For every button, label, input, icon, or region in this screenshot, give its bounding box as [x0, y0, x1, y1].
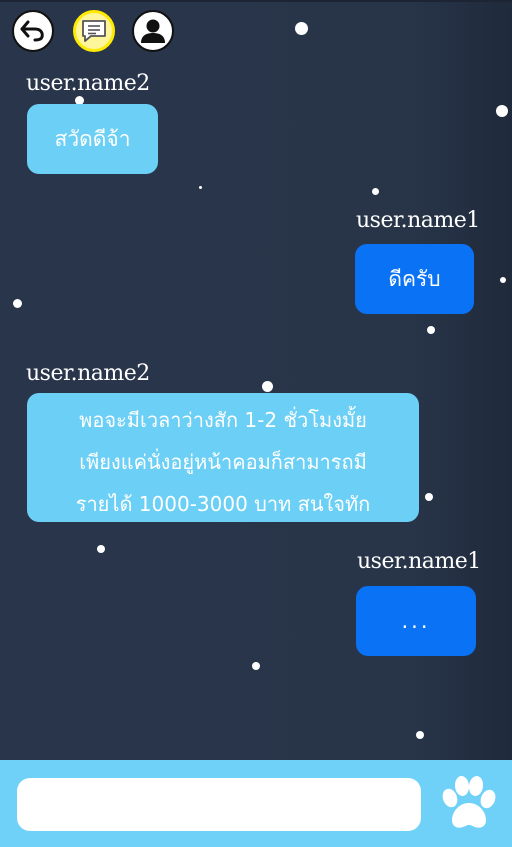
chat-screen: user.name2 สวัดดีจ้า user.name1 ดีครับ u…	[0, 0, 512, 847]
sender-name: user.name1	[357, 549, 481, 574]
star-decoration	[416, 731, 424, 739]
star-decoration	[496, 105, 508, 117]
send-button[interactable]	[436, 774, 500, 834]
message-text-line: เพียงแค่นั่งอยู่หน้าคอมก็สามารถมี	[79, 450, 367, 474]
star-decoration	[425, 493, 433, 501]
message-bubble-incoming[interactable]: พอจะมีเวลาว่างสัก 1-2 ชั่วโมงมั้ย เพียงแ…	[27, 393, 419, 522]
profile-button[interactable]	[132, 10, 174, 52]
star-decoration	[262, 381, 273, 392]
message-text: สวัดดีจ้า	[54, 126, 131, 151]
message-text-line: รายได้ 1000-3000 บาท สนใจทัก	[75, 492, 371, 516]
composer-bar	[0, 760, 512, 847]
star-decoration	[252, 662, 260, 670]
chat-tab-button[interactable]	[73, 10, 115, 52]
star-decoration	[97, 545, 105, 553]
message-bubble-outgoing[interactable]: ดีครับ	[355, 244, 474, 314]
message-input[interactable]	[17, 778, 421, 831]
message-bubble-outgoing[interactable]: ...	[356, 586, 476, 656]
back-arrow-icon	[20, 20, 44, 42]
top-divider	[0, 0, 512, 2]
back-button[interactable]	[12, 10, 54, 52]
message-bubble-incoming[interactable]: สวัดดีจ้า	[27, 104, 158, 174]
paw-icon	[442, 776, 496, 828]
message-text: ...	[401, 609, 431, 633]
star-decoration	[372, 188, 379, 195]
sender-name: user.name2	[26, 71, 150, 96]
star-decoration	[427, 326, 435, 334]
user-profile-icon	[141, 19, 165, 43]
star-decoration	[500, 277, 506, 283]
sender-name: user.name2	[26, 361, 150, 386]
message-text-line: พอจะมีเวลาว่างสัก 1-2 ชั่วโมงมั้ย	[79, 408, 367, 432]
sender-name: user.name1	[356, 208, 480, 233]
star-decoration	[13, 299, 22, 308]
star-decoration	[295, 22, 308, 35]
message-text: ดีครับ	[388, 266, 441, 291]
chat-bubble-icon	[82, 20, 106, 42]
star-decoration	[199, 186, 202, 189]
